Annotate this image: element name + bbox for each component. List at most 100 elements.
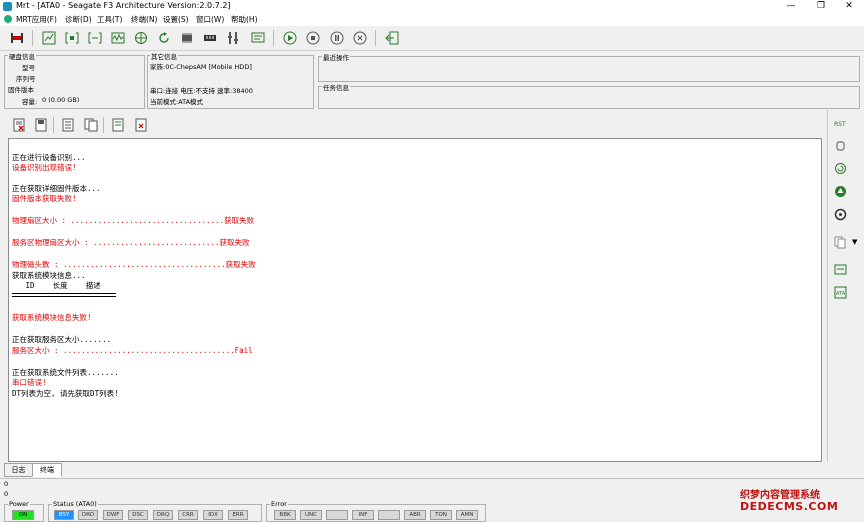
menu-bar: MRT应用(F) 诊断(D) 工具(T) 终端(N) 设置(S) 窗口(W) 帮…: [0, 13, 864, 26]
status-flag-dwf: DWF: [103, 510, 123, 520]
toolbar-separator: [32, 30, 33, 46]
power-label: Power: [8, 500, 30, 508]
family-value: 家族:0C-ChepsAM [Mobile HDD]: [150, 63, 252, 71]
svg-text:ATA: ATA: [836, 291, 846, 297]
error-flag-unc: UNC: [300, 510, 322, 520]
save-log-icon[interactable]: [32, 116, 49, 133]
recent-ops-group: [318, 56, 860, 82]
log-line: 服务区物理扇区大小 : ............................…: [12, 238, 250, 247]
bottom-row-1: 0: [4, 480, 9, 488]
error-flag-blank: [326, 510, 348, 520]
wave-icon[interactable]: [109, 29, 126, 46]
bracket-icon[interactable]: [63, 29, 80, 46]
export-icon[interactable]: [132, 116, 149, 133]
log-line: 获取系统模块信息失败!: [12, 313, 92, 322]
error-flag-blank: [378, 510, 400, 520]
chip-icon[interactable]: [178, 29, 195, 46]
image-panel-icon[interactable]: [832, 261, 848, 277]
status-flag-drq: DRQ: [153, 510, 173, 520]
log-line: 正在获取服务区大小.......: [12, 335, 112, 344]
open-log-icon[interactable]: [59, 116, 76, 133]
log-line: ID 长度 描述: [12, 281, 101, 290]
app-icon: [3, 2, 12, 11]
svg-text:RST: RST: [834, 121, 846, 128]
log-line: 物理扇区大小 : ...............................…: [12, 216, 255, 225]
stop-icon[interactable]: [304, 29, 321, 46]
other-info-label: 其它信息: [150, 51, 178, 61]
log-panel[interactable]: 正在进行设备识别... 设备识别出现错误! 正在获取详细固件版本... 固件版本…: [8, 138, 822, 462]
copy-log-icon[interactable]: [82, 116, 99, 133]
dropdown-arrow-icon[interactable]: ▼: [852, 238, 857, 246]
menu-help[interactable]: 帮助(H): [231, 14, 258, 25]
menu-diagnose[interactable]: 诊断(D): [65, 14, 92, 25]
menu-window[interactable]: 窗口(W): [196, 14, 224, 25]
menu-terminal[interactable]: 终端(N): [131, 14, 157, 25]
log-line: DT列表为空, 请先获取DT列表!: [12, 389, 119, 398]
port-status: 串口:连接 电压:不支持 速率:38400: [150, 87, 253, 95]
wrench-icon[interactable]: [224, 29, 241, 46]
task-info-group: [318, 86, 860, 109]
status-flag-idx: IDX: [203, 510, 223, 520]
toolbar-separator: [375, 30, 376, 46]
error-flag-ton: TON: [430, 510, 452, 520]
cancel-icon[interactable]: [351, 29, 368, 46]
task-info-label: 任务信息: [322, 82, 350, 92]
reset-icon[interactable]: RST: [832, 114, 848, 130]
copy-panel-icon[interactable]: [832, 234, 848, 250]
log-toolbar-separator: [103, 117, 104, 133]
capacity-value: 0 (0.00 GB): [42, 96, 80, 104]
toolbar-separator: [273, 30, 274, 46]
hand-icon[interactable]: [832, 137, 848, 153]
close-button[interactable]: ✕: [834, 0, 864, 13]
disk-scan-icon[interactable]: [832, 206, 848, 222]
recent-ops-label: 最近操作: [322, 52, 350, 62]
disk-info-label: 硬盘信息: [8, 51, 36, 61]
row-divider: [0, 478, 864, 479]
ata-icon[interactable]: ATA: [832, 284, 848, 300]
ram-icon[interactable]: [201, 29, 218, 46]
report-icon[interactable]: [109, 116, 126, 133]
bottom-row-2: 0: [4, 490, 9, 498]
chart-icon[interactable]: [40, 29, 57, 46]
log-line: 串口错误!: [12, 378, 47, 387]
capacity-label: 容量:: [22, 98, 38, 106]
upload-icon[interactable]: [832, 183, 848, 199]
watermark-url: DEDECMS.COM: [740, 500, 839, 513]
log-line: 物理磁头数 : ................................…: [12, 260, 256, 269]
status-flag-bsy: BSY: [54, 510, 74, 520]
title-bar: Mrt - [ATA0 - Seagate F3 Architecture Ve…: [0, 0, 864, 13]
status-flag-dsc: DSC: [128, 510, 148, 520]
log-line: 设备识别出现错误!: [12, 163, 77, 172]
monitor-icon[interactable]: [249, 29, 266, 46]
refresh-icon[interactable]: [155, 29, 172, 46]
error-group: [266, 504, 486, 522]
globe-icon[interactable]: [132, 29, 149, 46]
table-rule: [12, 296, 116, 297]
menu-tools[interactable]: 工具(T): [97, 14, 122, 25]
menu-mrt-app[interactable]: MRT应用(F): [16, 14, 57, 25]
error-label: Error: [270, 500, 288, 508]
play-icon[interactable]: [281, 29, 298, 46]
cycle-icon[interactable]: [832, 160, 848, 176]
exit-icon[interactable]: [383, 29, 400, 46]
status-flag-err: ERR: [228, 510, 248, 520]
log-line: 服务区大小 : ................................…: [12, 346, 253, 355]
tab-log[interactable]: 日志: [4, 463, 33, 477]
serial-label: 序列号: [16, 75, 36, 83]
tab-terminal[interactable]: 终端: [32, 463, 62, 477]
table-rule: [12, 293, 116, 294]
clear-log-icon[interactable]: [10, 116, 27, 133]
pause-icon[interactable]: [328, 29, 345, 46]
current-mode: 当前模式:ATA模式: [150, 98, 204, 106]
disk-tool-icon[interactable]: [8, 29, 25, 46]
error-flag-abr: ABR: [404, 510, 426, 520]
restore-button[interactable]: ❐: [806, 0, 836, 13]
bracket-arrow-icon[interactable]: [86, 29, 103, 46]
minimize-button[interactable]: —: [776, 0, 806, 13]
menu-settings[interactable]: 设置(S): [163, 14, 189, 25]
status-flag-drd: DRD: [78, 510, 98, 520]
status-label: Status (ATA0): [52, 500, 98, 508]
error-flag-inf: INF: [352, 510, 374, 520]
right-panel-divider: [827, 110, 828, 462]
error-flag-amn: AMN: [456, 510, 478, 520]
